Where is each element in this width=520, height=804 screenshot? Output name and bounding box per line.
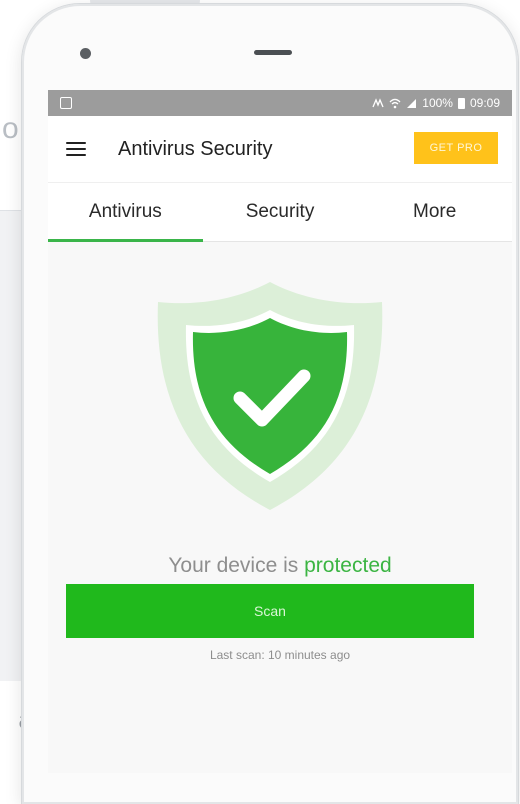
shield-check-icon: [154, 280, 386, 512]
battery-icon: [457, 97, 465, 109]
app-bar: Antivirus Security GET PRO: [48, 116, 512, 182]
background-glyph: o: [2, 112, 19, 145]
tab-bar: Antivirus Security More: [48, 182, 512, 242]
menu-icon[interactable]: [66, 142, 86, 156]
earpiece-speaker: [254, 50, 292, 55]
phone-frame: 100% 09:09 Antivirus Security GET PRO An…: [22, 4, 518, 804]
status-protected: protected: [304, 554, 392, 577]
status-prefix: Your device is: [168, 554, 305, 577]
signal-icon: [407, 98, 417, 108]
front-camera: [80, 48, 91, 59]
tab-security[interactable]: Security: [203, 183, 358, 241]
scan-button[interactable]: Scan: [66, 584, 474, 638]
status-bar-right: 100% 09:09: [372, 96, 500, 110]
wifi-icon: [389, 98, 401, 108]
nfc-icon: [372, 97, 384, 107]
get-pro-button[interactable]: GET PRO: [414, 132, 498, 164]
protection-status: Your device is protected: [48, 554, 512, 578]
phone-screen: 100% 09:09 Antivirus Security GET PRO An…: [48, 90, 512, 773]
status-time: 09:09: [469, 96, 500, 110]
notification-icon: [60, 97, 72, 109]
tab-more[interactable]: More: [357, 183, 512, 241]
app-title: Antivirus Security: [118, 137, 273, 160]
status-bar: 100% 09:09: [48, 90, 512, 116]
battery-percent: 100%: [422, 96, 453, 110]
main-content: Your device is protected Scan Last scan:…: [48, 242, 512, 773]
last-scan-text: Last scan: 10 minutes ago: [209, 648, 351, 662]
tab-antivirus[interactable]: Antivirus: [48, 183, 203, 242]
